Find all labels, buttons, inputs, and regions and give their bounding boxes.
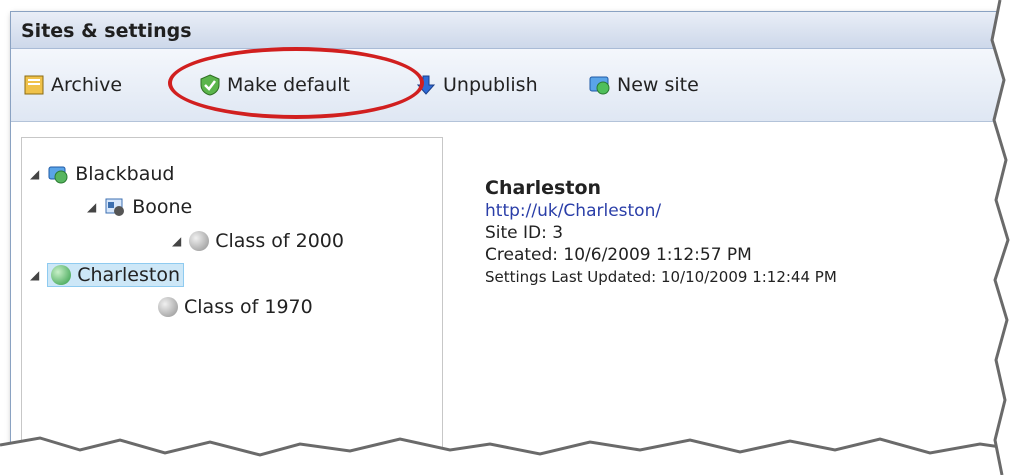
tree-label-charleston: Charleston [77,264,180,286]
globe-gray-icon [189,231,210,251]
tree-node-class-1970[interactable]: Class of 1970 [158,296,313,318]
torn-bottom-edge [0,436,1021,475]
archive-icon [23,74,45,96]
tree-node-charleston[interactable]: ◢ Charleston [30,263,184,287]
tree-node-boone[interactable]: ◢ Boone [87,196,192,218]
settings-last-updated: Settings Last Updated: 10/10/2009 1:12:4… [485,268,837,286]
unpublish-button[interactable]: Unpublish [415,49,538,121]
expand-triangle-icon[interactable]: ◢ [172,234,181,248]
unpublish-label: Unpublish [443,74,538,96]
tree-node-blackbaud[interactable]: ◢ Blackbaud [30,163,174,185]
tree-node-class-2000[interactable]: ◢ Class of 2000 [172,230,344,252]
expand-triangle-icon[interactable]: ◢ [30,167,39,181]
annotation-circle [168,47,424,119]
site-name: Charleston [485,177,602,199]
new-site-label: New site [617,74,699,96]
new-site-button[interactable]: New site [589,49,699,121]
toolbar: Archive Make default Unpublish New site [11,49,1009,122]
window-titlebar: Sites & settings [11,12,1009,49]
tree-label-boone: Boone [132,196,193,218]
sites-settings-window: Sites & settings Archive Make default Un… [10,11,1010,475]
site-url-link[interactable]: http://uk/Charleston/ [485,201,661,221]
window-title: Sites & settings [21,20,192,42]
archive-label: Archive [51,74,123,96]
tree-label-class-2000: Class of 2000 [215,230,344,252]
globe-gray-icon [158,297,178,317]
archive-button[interactable]: Archive [23,49,122,121]
tree-label-class-1970: Class of 1970 [184,296,313,318]
expand-triangle-icon[interactable]: ◢ [30,268,39,282]
new-site-globe-icon [589,74,611,96]
globe-green-icon [51,265,72,285]
site-id: Site ID: 3 [485,223,564,243]
selected-node-highlight[interactable]: Charleston [47,263,184,287]
torn-right-edge [990,0,1021,475]
site-page-icon [104,196,126,218]
globe-network-icon [47,163,69,185]
expand-triangle-icon[interactable]: ◢ [87,200,96,214]
tree-label-blackbaud: Blackbaud [75,163,175,185]
created-date: Created: 10/6/2009 1:12:57 PM [485,245,752,265]
site-details: Charleston http://uk/Charleston/ Site ID… [485,177,837,286]
